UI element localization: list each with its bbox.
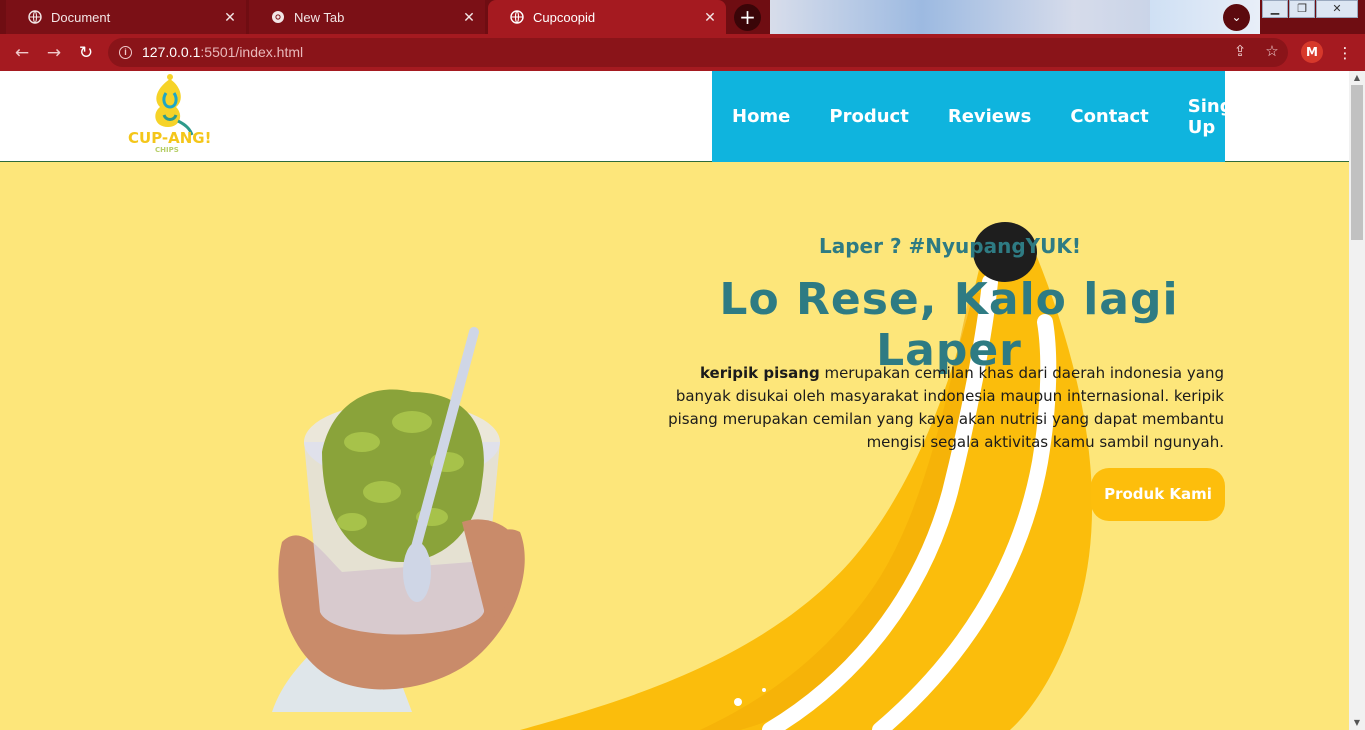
reload-icon[interactable]: ↻ bbox=[75, 42, 97, 64]
close-tab-icon[interactable]: ✕ bbox=[702, 9, 718, 25]
nav-home[interactable]: Home bbox=[732, 106, 790, 127]
profile-avatar[interactable]: M bbox=[1301, 41, 1323, 63]
hero-tagline: Laper ? #NyupangYUK! bbox=[819, 234, 1081, 258]
tab-title: Document bbox=[51, 9, 111, 25]
tab-search-button[interactable]: ⌄ bbox=[1223, 4, 1250, 31]
hero-description-bold: keripik pisang bbox=[699, 364, 820, 382]
scroll-up-icon[interactable]: ▲ bbox=[1349, 71, 1365, 85]
logo-subtext: CHIPS bbox=[155, 146, 179, 154]
minimize-button[interactable]: ▁ bbox=[1262, 0, 1288, 18]
produk-kami-button[interactable]: Produk Kami bbox=[1091, 468, 1225, 521]
browser-tab-bar: Document ✕ New Tab ✕ Cupcoopid ✕ + ⌄ ▁ ❐… bbox=[0, 0, 1365, 34]
chips-cup-image bbox=[272, 327, 525, 712]
close-window-button[interactable]: ✕ bbox=[1316, 0, 1358, 18]
browser-toolbar: ← → ↻ i 127.0.0.1:5501/index.html ⇪ ☆ M … bbox=[0, 34, 1365, 71]
menu-kebab-icon[interactable]: ⋮ bbox=[1335, 43, 1355, 63]
tab-document[interactable]: Document ✕ bbox=[6, 0, 246, 34]
forward-arrow-icon[interactable]: → bbox=[43, 42, 65, 64]
back-arrow-icon[interactable]: ← bbox=[11, 42, 33, 64]
nav-product[interactable]: Product bbox=[829, 106, 908, 127]
scroll-down-icon[interactable]: ▼ bbox=[1349, 716, 1365, 730]
nav-contact[interactable]: Contact bbox=[1070, 106, 1148, 127]
page-scrollbar[interactable]: ▲ ▼ bbox=[1349, 71, 1365, 730]
nav-sign-up[interactable]: Sing Up bbox=[1188, 96, 1233, 138]
globe-icon bbox=[28, 10, 42, 24]
hero-headline: Lo Rese, Kalo lagi Laper bbox=[719, 274, 1179, 376]
new-tab-button[interactable]: + bbox=[734, 4, 761, 31]
tab-new-tab[interactable]: New Tab ✕ bbox=[249, 0, 485, 34]
hero-description: keripik pisang merupakan cemilan khas da… bbox=[668, 362, 1224, 454]
close-tab-icon[interactable]: ✕ bbox=[461, 9, 477, 25]
info-icon[interactable]: i bbox=[119, 46, 132, 59]
address-bar[interactable]: i 127.0.0.1:5501/index.html ⇪ ☆ bbox=[108, 38, 1288, 67]
close-tab-icon[interactable]: ✕ bbox=[222, 9, 238, 25]
hero-section: Laper ? #NyupangYUK! Lo Rese, Kalo lagi … bbox=[0, 162, 1349, 730]
globe-icon bbox=[510, 10, 524, 24]
share-icon[interactable]: ⇪ bbox=[1230, 42, 1250, 62]
tab-title: Cupcoopid bbox=[533, 9, 596, 25]
url-host: 127.0.0.1 bbox=[142, 44, 201, 60]
web-page: CUP-ANG! CHIPS Home Product Reviews Cont… bbox=[0, 71, 1349, 730]
logo-text: CUP-ANG! bbox=[128, 129, 212, 147]
restore-button[interactable]: ❐ bbox=[1289, 0, 1315, 18]
nav-reviews[interactable]: Reviews bbox=[948, 106, 1032, 127]
site-header: CUP-ANG! CHIPS Home Product Reviews Cont… bbox=[0, 71, 1349, 162]
url-path: :5501/index.html bbox=[200, 44, 304, 60]
scrollbar-thumb[interactable] bbox=[1351, 85, 1363, 240]
desktop-background bbox=[770, 0, 1150, 34]
tab-title: New Tab bbox=[294, 9, 345, 25]
bookmark-star-icon[interactable]: ☆ bbox=[1262, 42, 1282, 62]
chrome-icon bbox=[271, 10, 285, 24]
main-nav: Home Product Reviews Contact Sing Up bbox=[712, 71, 1233, 162]
tab-cupcoopid[interactable]: Cupcoopid ✕ bbox=[488, 0, 726, 34]
